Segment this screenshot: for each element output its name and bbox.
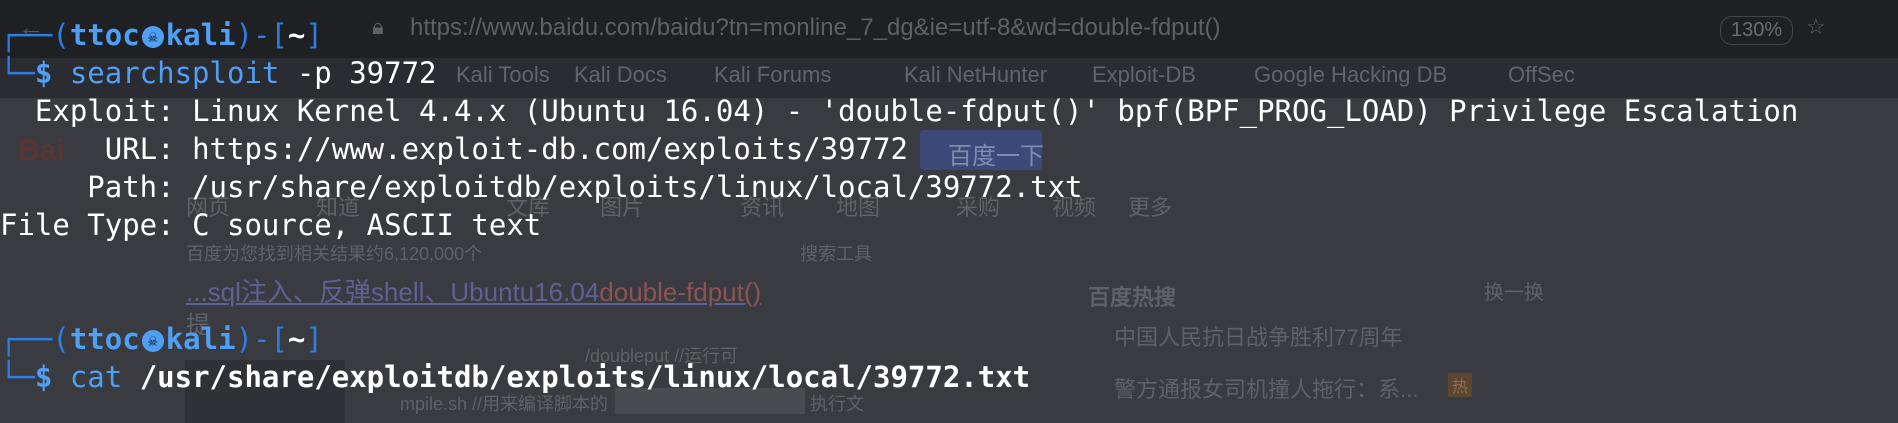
prompt-user: ttoc	[69, 18, 140, 52]
prompt-dir-2: ~	[287, 322, 306, 356]
prompt-user-2: ttoc	[69, 322, 140, 356]
filetype-value: C source, ASCII text	[174, 208, 542, 242]
exploit-label: Exploit:	[0, 94, 175, 128]
output-path: Path: /usr/share/exploitdb/exploits/linu…	[0, 169, 1083, 205]
prompt-line-2: ┌──(ttoc ☠ kali)-[~]	[0, 322, 323, 356]
prompt-dir: ~	[287, 18, 306, 52]
output-url: URL: https://www.exploit-db.com/exploits…	[0, 131, 908, 167]
terminal[interactable]: ┌──(ttoc ☠ kali)-[~] └─$ searchsploit -p 3…	[0, 0, 1898, 423]
command-name: searchsploit	[69, 56, 280, 90]
path-value: /usr/share/exploitdb/exploits/linux/loca…	[174, 170, 1083, 204]
filetype-label: File Type:	[0, 208, 175, 242]
url-label: URL:	[0, 132, 175, 166]
prompt-host: kali	[165, 18, 236, 52]
output-exploit: Exploit: Linux Kernel 4.4.x (Ubuntu 16.0…	[0, 93, 1798, 129]
kali-skull-icon: ☠	[141, 26, 164, 48]
prompt-host-2: kali	[165, 322, 236, 356]
command-line-2[interactable]: └─$ cat /usr/share/exploitdb/exploits/li…	[0, 359, 1030, 395]
prompt-line-1: ┌──(ttoc ☠ kali)-[~]	[0, 18, 323, 52]
command-name-2: cat	[69, 360, 123, 394]
url-value: https://www.exploit-db.com/exploits/3977…	[174, 132, 908, 166]
exploit-value: Linux Kernel 4.4.x (Ubuntu 16.04) - 'dou…	[174, 94, 1799, 128]
command-args: -p 39772	[296, 56, 437, 90]
path-label: Path:	[0, 170, 175, 204]
output-filetype: File Type: C source, ASCII text	[0, 207, 541, 243]
command-line-1: └─$ searchsploit -p 39772	[0, 56, 437, 90]
command-args-2: /usr/share/exploitdb/exploits/linux/loca…	[139, 360, 1031, 394]
kali-skull-icon-2: ☠	[141, 330, 164, 352]
